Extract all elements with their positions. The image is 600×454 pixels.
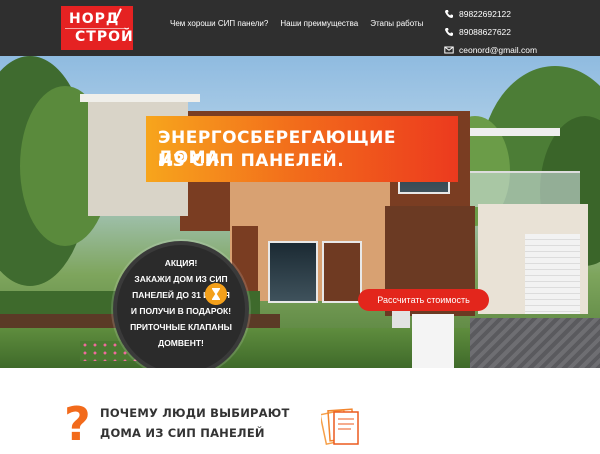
promo-line: И ПОЛУЧИ В ПОДАРОК!	[130, 306, 232, 316]
phone-icon	[445, 10, 453, 18]
email-icon	[444, 46, 454, 54]
logo-line2: СТРОЙ	[75, 29, 134, 45]
decor-square	[412, 314, 454, 368]
nav-item-sip-benefits[interactable]: Чем хороши СИП панели?	[170, 19, 268, 28]
site-header: НОРД СТРОЙ Чем хороши СИП панели? Наши п…	[0, 0, 600, 56]
phone-number-1: 89822692122	[459, 9, 512, 19]
house-roof	[80, 94, 200, 102]
contact-phone-1[interactable]: 89822692122	[444, 6, 537, 22]
documents-icon	[321, 408, 359, 446]
terrace-roof	[470, 128, 560, 136]
driveway	[470, 318, 600, 368]
main-nav: Чем хороши СИП панели? Наши преимущества…	[170, 19, 423, 28]
phone-number-2: 89088627622	[459, 27, 512, 37]
email-address: ceonord@gmail.com	[459, 45, 538, 55]
nav-item-work-stages[interactable]: Этапы работы	[370, 19, 423, 28]
why-section: ? ПОЧЕМУ ЛЮДИ ВЫБИРАЮТ ДОМА ИЗ СИП ПАНЕЛ…	[0, 368, 600, 454]
promo-circle: АКЦИЯ! ЗАКАЖИ ДОМ ИЗ СИП ПАНЕЛЕЙ ДО 31 И…	[113, 241, 249, 368]
nav-item-advantages[interactable]: Наши преимущества	[280, 19, 358, 28]
hero-section: ЭНЕРГОСБЕРЕГАЮЩИЕ ДОМА ИЗ СИП ПАНЕЛЕЙ. А…	[0, 56, 600, 368]
decor-square	[392, 310, 410, 328]
logo[interactable]: НОРД СТРОЙ	[61, 6, 133, 50]
terrace-glass	[470, 171, 580, 207]
contact-phone-2[interactable]: 89088627622	[444, 24, 537, 40]
promo-line: ДОМВЕНТ!	[158, 338, 204, 348]
hero-title-line2: ИЗ СИП ПАНЕЛЕЙ.	[158, 151, 345, 171]
window	[268, 241, 318, 303]
why-heading-line2: ДОМА ИЗ СИП ПАНЕЛЕЙ	[100, 426, 265, 440]
logo-line1: НОРД	[69, 11, 120, 27]
phone-icon	[445, 28, 453, 36]
promo-line: АКЦИЯ!	[164, 258, 198, 268]
hourglass-icon	[205, 283, 227, 305]
calculate-cost-button[interactable]: Рассчитать стоимость	[358, 289, 489, 311]
question-mark-icon: ?	[64, 397, 91, 451]
garage-door	[525, 234, 580, 314]
promo-line: ЗАКАЖИ ДОМ ИЗ СИП	[134, 274, 228, 284]
why-heading-line1: ПОЧЕМУ ЛЮДИ ВЫБИРАЮТ	[100, 406, 290, 420]
promo-line: ПРИТОЧНЫЕ КЛАПАНЫ	[130, 322, 232, 332]
contacts: 89822692122 89088627622 ceonord@gmail.co…	[444, 6, 537, 60]
hero-title-banner: ЭНЕРГОСБЕРЕГАЮЩИЕ ДОМА ИЗ СИП ПАНЕЛЕЙ.	[146, 116, 458, 182]
window	[322, 241, 362, 303]
